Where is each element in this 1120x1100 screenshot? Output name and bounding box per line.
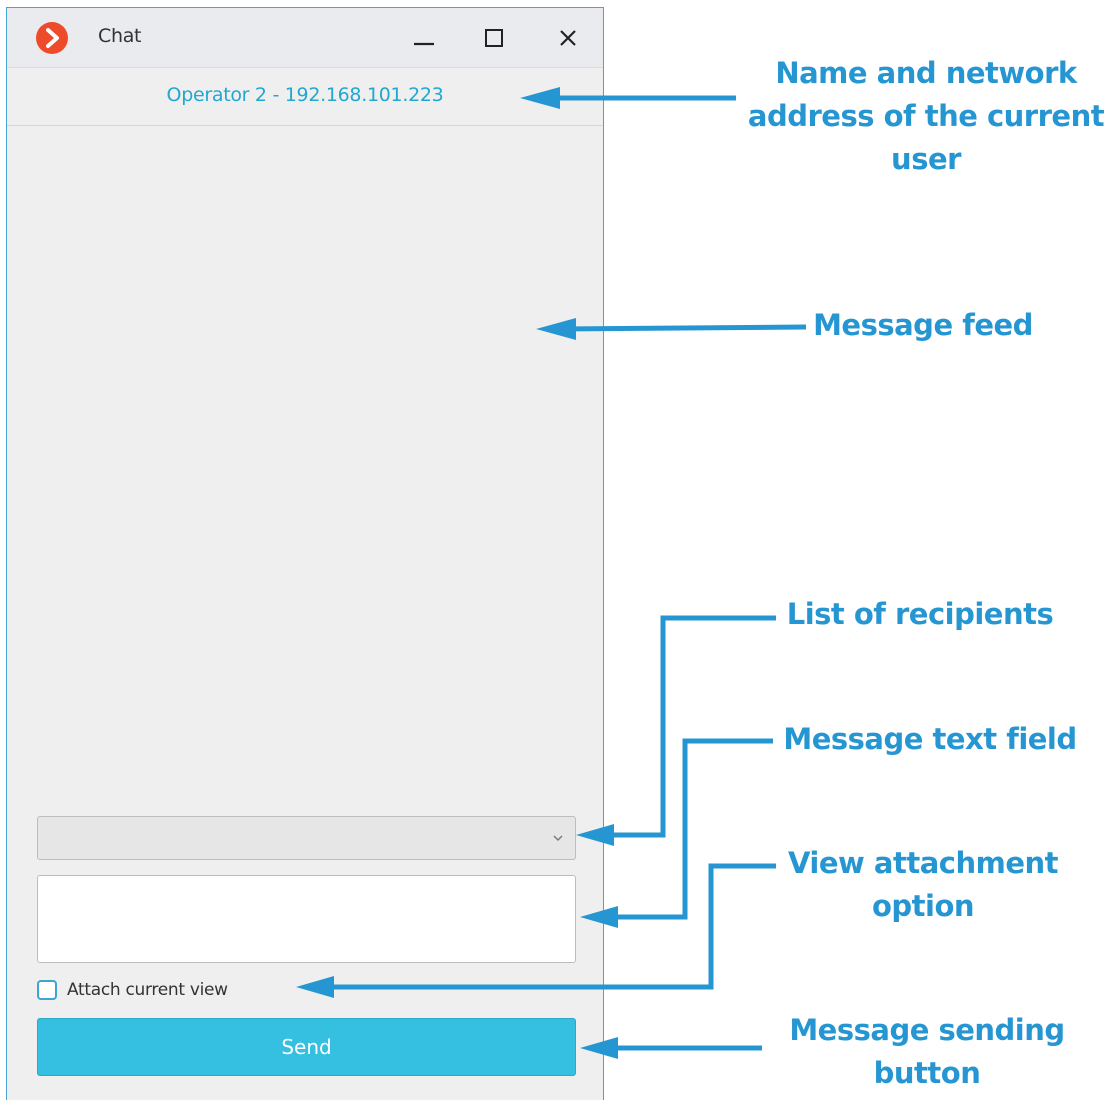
callout-textfield-text: Message text field — [783, 722, 1077, 756]
callout-user-line-2: address of the current — [747, 99, 1105, 133]
send-button-label: Send — [281, 1035, 332, 1059]
attach-checkbox[interactable] — [37, 980, 57, 1000]
callout-attach-line-2: option — [871, 889, 975, 923]
callout-feed-text: Message feed — [813, 308, 1033, 342]
callout-recipients: List of recipients — [778, 593, 1062, 636]
callout-current-user: Name and network address of the current … — [735, 52, 1117, 181]
message-feed[interactable] — [7, 126, 603, 806]
minimize-icon — [414, 42, 434, 46]
callout-attach-line-1: View attachment — [787, 846, 1059, 880]
arrow-recipients — [602, 615, 776, 838]
callout-send-line-2: button — [873, 1056, 981, 1090]
message-text-field[interactable] — [37, 875, 576, 963]
maximize-button[interactable] — [474, 18, 514, 58]
callout-recipients-text: List of recipients — [786, 597, 1054, 631]
chevron-down-icon — [553, 835, 563, 841]
minimize-button[interactable] — [404, 18, 444, 58]
close-icon — [560, 30, 576, 46]
arrow-textfield — [608, 738, 773, 920]
window-title: Chat — [98, 25, 142, 47]
callout-user-line-1: Name and network — [775, 56, 1077, 90]
callout-user-line-3: user — [891, 142, 961, 176]
callout-text-field: Message text field — [772, 718, 1088, 761]
send-button[interactable]: Send — [37, 1018, 576, 1076]
callout-attachment: View attachment option — [775, 842, 1071, 928]
close-button[interactable] — [548, 18, 588, 58]
current-user-header: Operator 2 - 192.168.101.223 — [7, 68, 603, 126]
chat-window: Chat Operator 2 - 192.168.101.223 Attach… — [6, 7, 604, 1100]
callout-send: Message sending button — [779, 1009, 1075, 1095]
callout-message-feed: Message feed — [804, 304, 1042, 347]
current-user-label: Operator 2 - 192.168.101.223 — [166, 84, 444, 106]
app-logo-icon — [36, 22, 68, 54]
maximize-icon — [485, 29, 503, 47]
attach-label[interactable]: Attach current view — [67, 980, 228, 1000]
recipients-dropdown[interactable] — [37, 816, 576, 860]
callout-send-line-1: Message sending — [789, 1013, 1065, 1047]
stage: Chat Operator 2 - 192.168.101.223 Attach… — [0, 0, 1120, 1100]
attach-current-view-option[interactable]: Attach current view — [37, 978, 228, 1002]
title-bar: Chat — [7, 8, 603, 68]
